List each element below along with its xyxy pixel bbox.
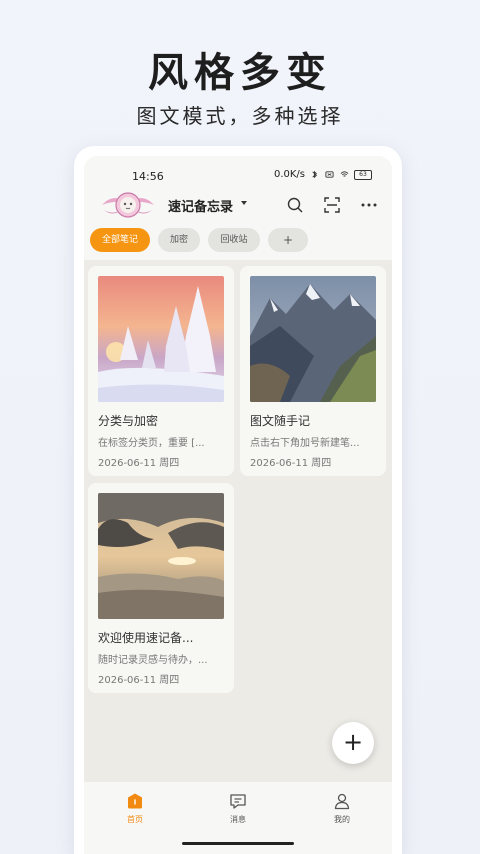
home-indicator[interactable]: [182, 842, 294, 845]
note-date: 2026-06-11 周四: [250, 458, 332, 469]
note-image-mountains: [250, 276, 376, 402]
tab-messages[interactable]: 消息: [208, 792, 268, 825]
tab-messages-label: 消息: [230, 815, 246, 824]
note-title: 图文随手记: [250, 414, 311, 428]
promo-subline: 图文模式，多种选择: [136, 104, 344, 128]
app-header: 14:56 0.0K/s 63 速记备忘录 全部笔记 加密 回收站 +: [84, 156, 392, 260]
app-title[interactable]: 速记备忘录: [168, 196, 233, 215]
note-card[interactable]: 分类与加密 在标签分类页，重要 [... 2026-06-11 周四: [88, 266, 234, 476]
status-icons: 0.0K/s 63: [274, 169, 372, 180]
battery-icon: 63: [354, 169, 372, 180]
sim-icon: [325, 171, 334, 178]
chip-all-notes[interactable]: 全部笔记: [90, 228, 150, 252]
promo-headline: 风格多变: [148, 50, 332, 96]
note-preview: 在标签分类页，重要 [...: [98, 438, 205, 449]
wifi-icon: [340, 171, 349, 177]
add-note-button[interactable]: +: [332, 722, 374, 764]
tab-profile-label: 我的: [334, 815, 350, 824]
network-speed: 0.0K/s: [273, 169, 305, 180]
note-title: 欢迎使用速记备...: [98, 631, 194, 645]
home-icon: [128, 793, 142, 809]
note-image-clouds-sunset: [98, 493, 224, 619]
chevron-down-icon[interactable]: [241, 201, 247, 205]
tab-home[interactable]: 首页: [105, 792, 165, 825]
note-date: 2026-06-11 周四: [98, 675, 180, 686]
phone-frame: 14:56 0.0K/s 63 速记备忘录 全部笔记 加密 回收站 + 分类与加…: [74, 146, 402, 854]
bluetooth-icon: [312, 170, 317, 179]
note-title: 分类与加密: [98, 414, 159, 428]
note-card[interactable]: 欢迎使用速记备... 随时记录灵感与待办，... 2026-06-11 周四: [88, 483, 234, 693]
tab-profile[interactable]: 我的: [312, 792, 372, 825]
user-icon: [334, 793, 350, 810]
more-icon[interactable]: [360, 196, 378, 214]
note-image-snow-sunset: [98, 276, 224, 402]
note-card[interactable]: 图文随手记 点击右下角加号新建笔... 2026-06-11 周四: [240, 266, 386, 476]
chip-add[interactable]: +: [268, 228, 308, 252]
avatar[interactable]: [100, 188, 156, 222]
chip-recycle-bin[interactable]: 回收站: [208, 228, 260, 252]
app-screen: 14:56 0.0K/s 63 速记备忘录 全部笔记 加密 回收站 + 分类与加…: [84, 156, 392, 854]
note-preview: 随时记录灵感与待办，...: [98, 655, 208, 666]
note-preview: 点击右下角加号新建笔...: [250, 438, 360, 449]
tab-home-label: 首页: [127, 815, 143, 824]
message-icon: [230, 794, 246, 809]
note-date: 2026-06-11 周四: [98, 458, 180, 469]
scan-icon[interactable]: [323, 196, 341, 214]
search-icon[interactable]: [286, 196, 304, 214]
status-time: 14:56: [132, 170, 164, 183]
chip-encrypted[interactable]: 加密: [158, 228, 200, 252]
